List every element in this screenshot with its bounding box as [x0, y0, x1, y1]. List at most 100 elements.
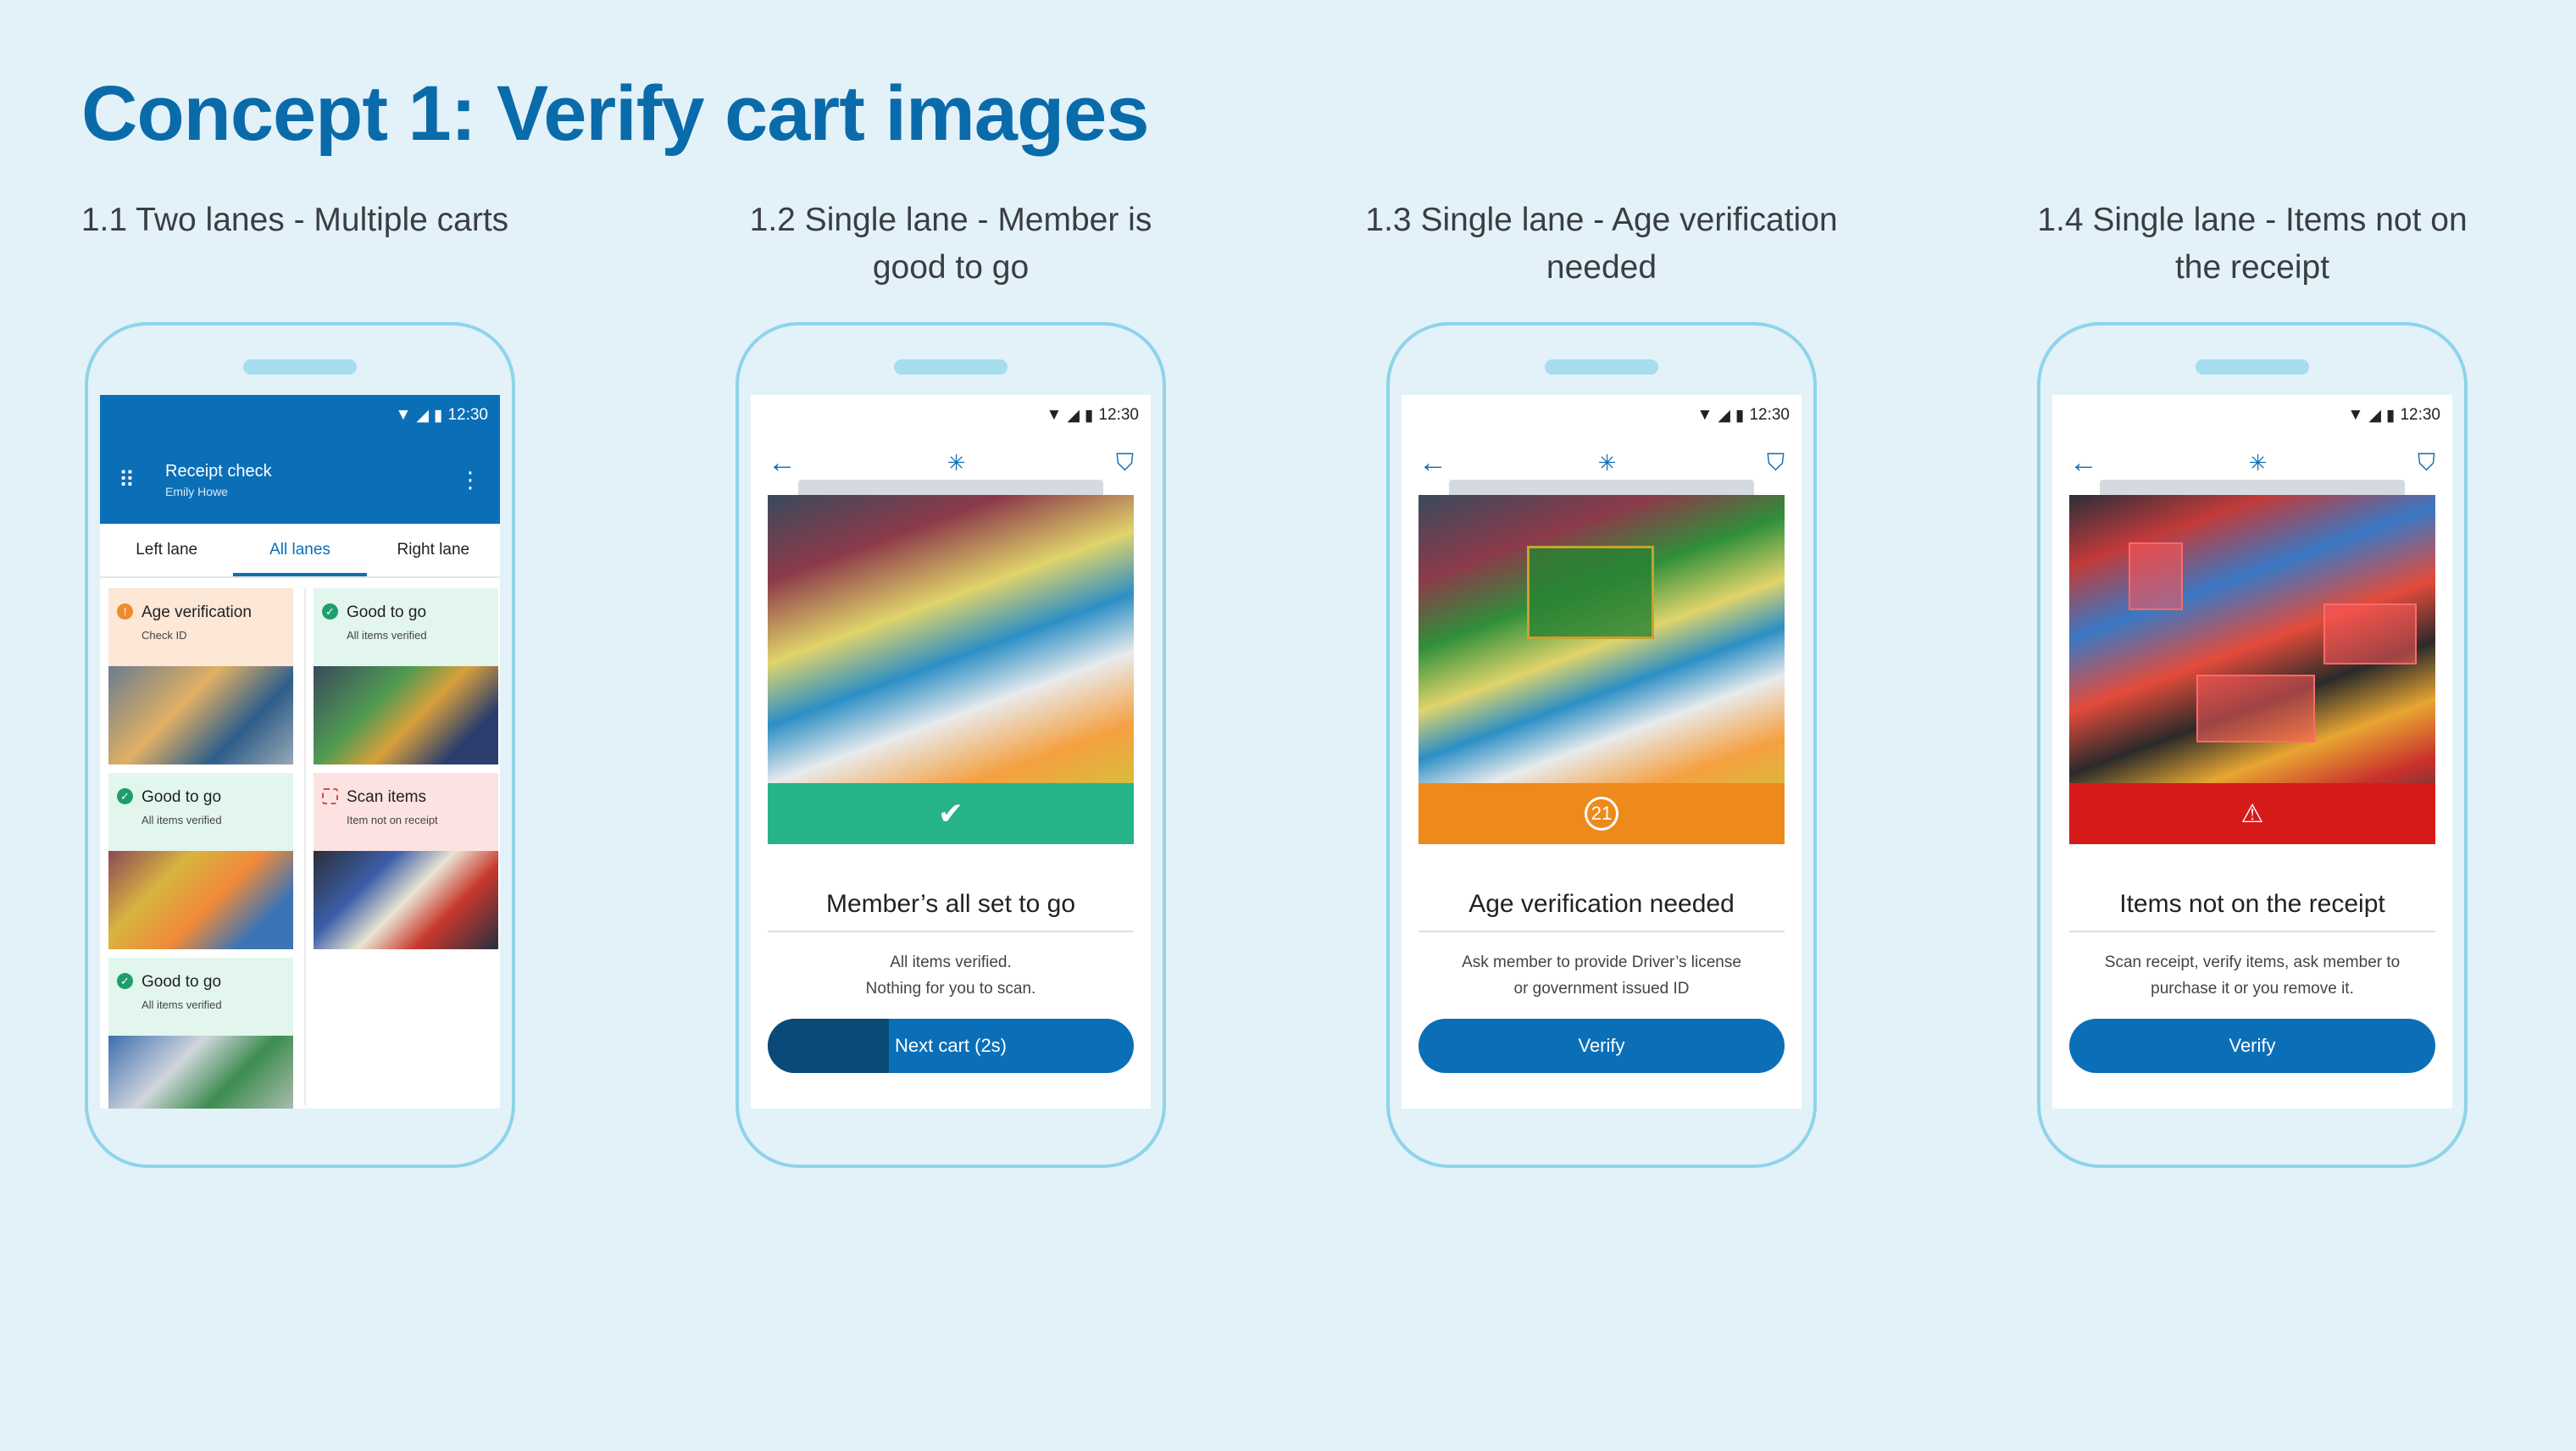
phone-screen: ▼ ◢ ▮ 12:30 ← ✳ ⛉ ✔ Member’s all set to … [751, 395, 1151, 1109]
cart-card[interactable]: Scan items Item not on receipt [314, 773, 498, 949]
result-heading: Member’s all set to go [825, 890, 1076, 918]
battery-icon: ▮ [433, 406, 443, 425]
battery-icon: ▮ [1735, 406, 1745, 425]
phone-camera [254, 359, 269, 374]
receipt-alert-icon: ⚠ [2240, 799, 2264, 828]
card-title: Good to go [347, 603, 427, 621]
column-divider [304, 588, 306, 1105]
phone-age-verification: ▼ ◢ ▮ 12:30 ← ✳ ⛉ 21 Age verification ne… [1386, 322, 1817, 1168]
flagged-item-highlight [2129, 542, 2183, 610]
phone-screen: ▼ ◢ ▮ 12:30 ⠿ Receipt check Emily Howe ⋮… [100, 395, 500, 1109]
divider [1418, 931, 1785, 932]
caption-3: 1.3 Single lane - Age verification neede… [1365, 202, 1838, 286]
phone-screen: ▼ ◢ ▮ 12:30 ← ✳ ⛉ 21 Age verification ne… [1402, 395, 1802, 1109]
battery-icon: ▮ [1084, 406, 1094, 425]
next-cart-label: Next cart (2s) [894, 1035, 1008, 1056]
result-line-1: All items verified. [890, 953, 1012, 971]
verify-button[interactable]: Verify [1418, 1019, 1785, 1073]
phone-camera [1556, 359, 1570, 374]
cart-photo: 21 [1418, 495, 1785, 844]
seat-icon[interactable]: ⛉ [2418, 449, 2435, 477]
phone-items-not-on-receipt: ▼ ◢ ▮ 12:30 ← ✳ ⛉ ⚠ Items not on the rec… [2037, 322, 2468, 1168]
result-line-1: Ask member to provide Driver’s license [1462, 953, 1741, 971]
tab-right-lane[interactable]: Right lane [367, 524, 500, 576]
status-time: 12:30 [1098, 406, 1139, 424]
check-circle-icon: ✓ [117, 973, 133, 989]
status-band: 21 [1418, 783, 1785, 844]
result-body: Ask member to provide Driver’s license o… [1427, 949, 1776, 1002]
phone-screen: ▼ ◢ ▮ 12:30 ← ✳ ⛉ ⚠ Items not on the rec… [2052, 395, 2452, 1109]
more-vert-icon[interactable]: ⋮ [459, 467, 481, 493]
card-subtitle: Check ID [142, 629, 187, 642]
card-title: Good to go [142, 973, 222, 991]
card-header: ! Age verification Check ID [108, 588, 293, 666]
signal-icon: ◢ [1718, 406, 1730, 425]
status-bar: ▼ ◢ ▮ 12:30 [1402, 395, 1802, 436]
cart-card[interactable]: ✓ Good to go All items verified [314, 588, 498, 764]
status-band: ✔ [768, 783, 1134, 844]
caption-4: 1.4 Single lane - Items not on the recei… [2037, 202, 2468, 286]
cart-photo: ✔ [768, 495, 1134, 844]
next-cart-button[interactable]: Next cart (2s) [768, 1019, 1134, 1073]
tab-left-lane[interactable]: Left lane [100, 524, 233, 576]
flagged-item-highlight [1527, 546, 1654, 639]
card-title: Age verification [142, 603, 252, 621]
wifi-icon: ▼ [1046, 406, 1063, 424]
cart-thumbnail [108, 1036, 293, 1109]
scan-icon [322, 788, 338, 804]
status-bar: ▼ ◢ ▮ 12:30 [2052, 395, 2452, 436]
wifi-icon: ▼ [395, 406, 412, 424]
cart-thumbnail [108, 851, 293, 949]
card-header: ✓ Good to go All items verified [108, 773, 293, 851]
cart-card[interactable]: ✓ Good to go All items verified [108, 773, 293, 949]
age-21-icon: ! [117, 603, 133, 620]
divider [2069, 931, 2435, 932]
back-arrow-icon[interactable]: ← [768, 447, 797, 480]
tab-all-lanes[interactable]: All lanes [233, 524, 367, 576]
caption-2: 1.2 Single lane - Member is good to go [749, 202, 1152, 286]
card-title: Good to go [142, 788, 222, 806]
status-time: 12:30 [2400, 406, 2440, 424]
check-circle-icon: ✓ [117, 788, 133, 804]
wifi-icon: ▼ [2347, 406, 2364, 424]
wifi-icon: ▼ [1696, 406, 1713, 424]
seat-icon[interactable]: ⛉ [1767, 449, 1785, 477]
result-heading: Age verification needed [1468, 890, 1735, 918]
card-header: ✓ Good to go All items verified [108, 958, 293, 1036]
seat-icon[interactable]: ⛉ [1116, 449, 1134, 477]
cart-thumbnail [314, 851, 498, 949]
signal-icon: ◢ [1067, 406, 1080, 425]
caption-1: 1.1 Two lanes - Multiple carts [80, 202, 509, 238]
verify-label: Verify [2229, 1035, 2276, 1056]
status-band: ⚠ [2069, 783, 2435, 844]
status-time: 12:30 [1749, 406, 1790, 424]
verify-button[interactable]: Verify [2069, 1019, 2435, 1073]
apps-grid-icon[interactable]: ⠿ [119, 467, 135, 493]
cart-card[interactable]: ✓ Good to go All items verified [108, 958, 293, 1109]
age-21-icon: 21 [1585, 797, 1618, 831]
card-title: Scan items [347, 788, 426, 806]
result-body: All items verified. Nothing for you to s… [776, 949, 1125, 1002]
result-line-2: purchase it or you remove it. [2151, 980, 2354, 998]
result-line-2: or government issued ID [1513, 980, 1690, 998]
phone-camera [905, 359, 919, 374]
app-user: Emily Howe [165, 484, 228, 498]
countdown-progress [768, 1019, 889, 1073]
flagged-item-highlight [2196, 675, 2315, 742]
back-arrow-icon[interactable]: ← [1418, 447, 1447, 480]
app-bar: ⠿ Receipt check Emily Howe ⋮ [100, 436, 500, 524]
signal-icon: ◢ [416, 406, 429, 425]
phone-camera [2207, 359, 2221, 374]
cart-card[interactable]: ! Age verification Check ID [108, 588, 293, 764]
cart-card-grid: ! Age verification Check ID ✓ Good to go… [100, 580, 500, 1109]
result-heading: Items not on the receipt [2119, 890, 2385, 918]
cart-thumbnail [108, 666, 293, 764]
card-subtitle: Item not on receipt [347, 814, 438, 826]
phone-good-to-go: ▼ ◢ ▮ 12:30 ← ✳ ⛉ ✔ Member’s all set to … [736, 322, 1166, 1168]
lane-tabs: Left lane All lanes Right lane [100, 524, 500, 578]
divider [768, 931, 1134, 932]
battery-icon: ▮ [2385, 406, 2396, 425]
spark-logo-icon: ✳ [947, 449, 966, 475]
card-subtitle: All items verified [142, 814, 222, 826]
back-arrow-icon[interactable]: ← [2069, 447, 2098, 480]
